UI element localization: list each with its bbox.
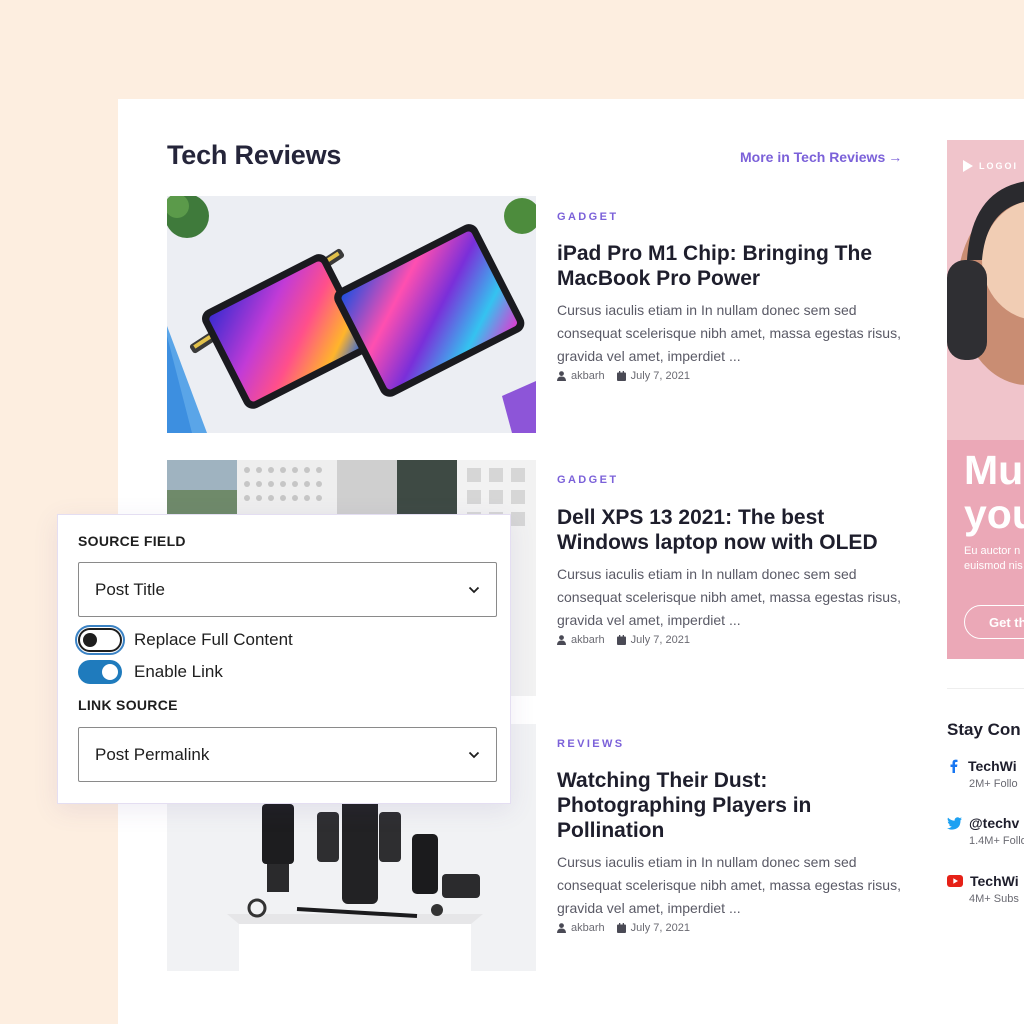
social-name: TechWi [968, 758, 1017, 774]
user-icon [557, 635, 566, 645]
link-source-value: Post Permalink [95, 744, 210, 764]
post-meta: akbarh July 7, 2021 [557, 370, 702, 382]
post-meta: akbarh July 7, 2021 [557, 634, 702, 646]
ad-headline: Mu you [964, 447, 1024, 537]
ad-background-image [947, 140, 1024, 659]
post-excerpt: Cursus iaculis etiam in In nullam donec … [557, 566, 901, 628]
source-field-select[interactable]: Post Title [78, 562, 497, 617]
social-count: 4M+ Subs [969, 893, 1019, 905]
post-title[interactable]: Dell XPS 13 2021: The best Windows lapto… [557, 505, 917, 555]
post-author[interactable]: akbarh [557, 922, 605, 934]
enable-link-label: Enable Link [134, 662, 223, 681]
sidebar-ad-banner[interactable]: LOGOI Mu you Eu auctor n euismod nis Get… [947, 140, 1024, 659]
post-author-name: akbarh [571, 922, 605, 934]
post-meta: akbarh July 7, 2021 [557, 922, 702, 934]
ad-logo-text: LOGOI [979, 161, 1018, 171]
post-thumbnail-ipad[interactable] [167, 196, 536, 433]
dynamic-field-settings-panel: SOURCE FIELD Post Title Replace Full Con… [57, 514, 511, 804]
post-date: July 7, 2021 [616, 634, 690, 646]
ad-logo: LOGOI [963, 160, 1018, 172]
social-facebook[interactable]: TechWi 2M+ Follo [947, 758, 1024, 790]
social-twitter[interactable]: @techv 1.4M+ Follo [947, 815, 1024, 847]
post-author[interactable]: akbarh [557, 634, 605, 646]
twitter-icon [947, 816, 962, 830]
ad-subtext: Eu auctor n euismod nis [964, 545, 1023, 572]
more-in-tech-reviews-link[interactable]: More in Tech Reviews → [740, 149, 902, 165]
post-date: July 7, 2021 [616, 370, 690, 382]
ad-cta-button[interactable]: Get th [964, 605, 1024, 639]
link-source-select[interactable]: Post Permalink [78, 727, 497, 782]
enable-link-toggle[interactable] [78, 660, 122, 684]
post-title[interactable]: iPad Pro M1 Chip: Bringing The MacBook P… [557, 241, 917, 291]
replace-full-content-row: Replace Full Content [75, 625, 293, 655]
post-date: July 7, 2021 [616, 922, 690, 934]
post-author[interactable]: akbarh [557, 370, 605, 382]
youtube-icon [947, 875, 963, 887]
calendar-icon [616, 371, 626, 381]
facebook-icon [950, 759, 958, 773]
social-youtube[interactable]: TechWi 4M+ Subs [947, 873, 1024, 905]
calendar-icon [616, 923, 626, 933]
user-icon [557, 371, 566, 381]
post-category[interactable]: REVIEWS [557, 738, 625, 750]
calendar-icon [616, 635, 626, 645]
logo-icon [963, 160, 973, 172]
link-source-label: LINK SOURCE [78, 697, 178, 713]
enable-link-row: Enable Link [78, 660, 223, 684]
post-date-text: July 7, 2021 [630, 634, 690, 646]
post-author-name: akbarh [571, 370, 605, 382]
post-category[interactable]: GADGET [557, 474, 618, 486]
user-icon [557, 923, 566, 933]
chevron-down-icon [468, 586, 480, 593]
replace-full-content-label: Replace Full Content [134, 630, 293, 649]
social-count: 1.4M+ Follo [969, 835, 1024, 847]
post-title[interactable]: Watching Their Dust: Photographing Playe… [557, 768, 857, 843]
sidebar-divider [947, 688, 1024, 689]
replace-full-content-toggle[interactable] [75, 625, 125, 655]
post-date-text: July 7, 2021 [630, 370, 690, 382]
more-link-label: More in Tech Reviews [740, 149, 886, 165]
social-name: @techv [969, 815, 1020, 831]
stay-connected-title: Stay Con [947, 720, 1021, 739]
post-excerpt: Cursus iaculis etiam in In nullam donec … [557, 302, 901, 364]
source-field-value: Post Title [95, 579, 165, 599]
post-excerpt: Cursus iaculis etiam in In nullam donec … [557, 854, 901, 916]
arrow-right-icon: → [888, 149, 903, 165]
post-author-name: akbarh [571, 634, 605, 646]
post-date-text: July 7, 2021 [630, 922, 690, 934]
source-field-label: SOURCE FIELD [78, 533, 186, 549]
chevron-down-icon [468, 751, 480, 758]
social-name: TechWi [970, 873, 1019, 889]
section-title: Tech Reviews [167, 140, 342, 170]
post-category[interactable]: GADGET [557, 211, 618, 223]
social-count: 2M+ Follo [969, 778, 1018, 790]
